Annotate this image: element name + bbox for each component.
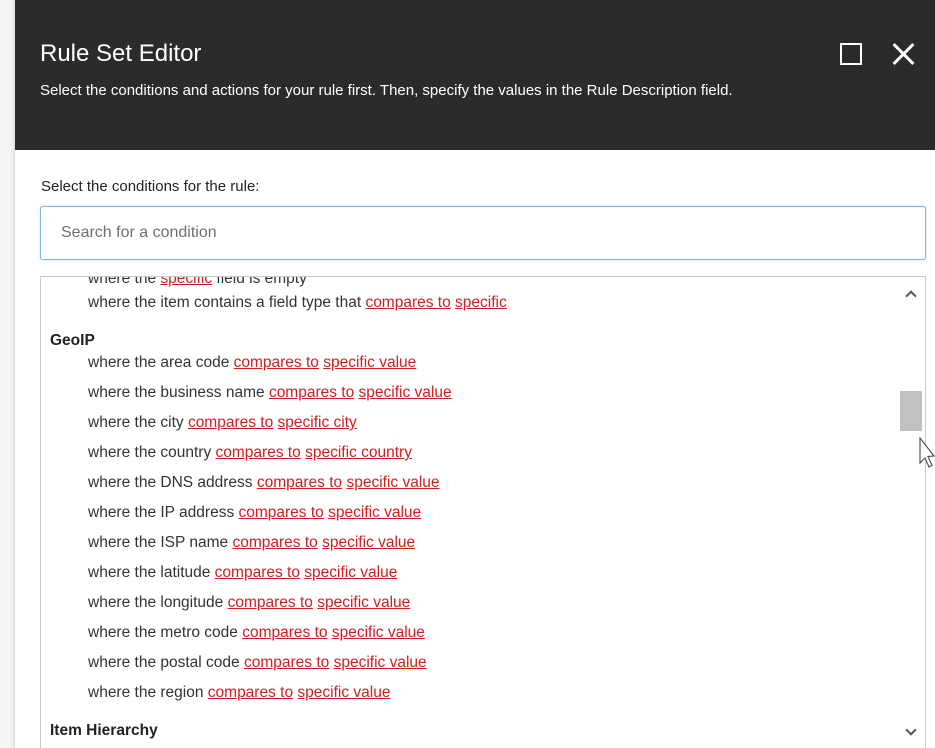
compares-to-link[interactable]: compares to [215, 564, 300, 581]
rule-set-editor-dialog: Rule Set Editor Select the conditions an… [15, 0, 935, 748]
specific-value-link[interactable]: specific value [346, 474, 439, 491]
category-item-hierarchy: Item Hierarchy [50, 722, 158, 739]
list-item: where the latitude compares to specific … [88, 563, 397, 583]
compares-to-link[interactable]: compares to [269, 384, 354, 401]
condition-search-input[interactable] [40, 206, 926, 260]
list-item-text: where the IP address [88, 504, 239, 521]
list-item-text: where the ISP name [88, 534, 233, 551]
compares-to-link[interactable]: compares to [208, 684, 293, 701]
specific-value-link[interactable]: specific value [304, 564, 397, 581]
specific-value-link[interactable]: specific value [328, 504, 421, 521]
conditions-label: Select the conditions for the rule: [41, 178, 260, 195]
specific-value-link[interactable]: specific value [332, 624, 425, 641]
mouse-cursor-icon [919, 437, 935, 468]
list-item: where the ISP name compares to specific … [88, 533, 415, 553]
dialog-title: Rule Set Editor [40, 40, 202, 67]
compares-to-link[interactable]: compares to [228, 594, 313, 611]
specific-value-link[interactable]: specific value [322, 534, 415, 551]
chevron-down-icon [905, 724, 917, 736]
list-item-text: where the postal code [88, 654, 244, 671]
list-item: where the item contains a field type tha… [88, 293, 507, 313]
list-item: where the area code compares to specific… [88, 353, 416, 373]
list-item-text: where the latitude [88, 564, 215, 581]
specific-value-link[interactable]: specific value [323, 354, 416, 371]
list-item: where the metro code compares to specifi… [88, 623, 425, 643]
list-item: where the postal code compares to specif… [88, 653, 427, 673]
specific-value-link[interactable]: specific value [317, 594, 410, 611]
category-geoip: GeoIP [50, 332, 95, 349]
conditions-list: where the specific field is empty where … [40, 276, 926, 748]
scroll-down-button[interactable] [897, 721, 925, 743]
list-item-text: where the [88, 277, 161, 287]
list-item: where the DNS address compares to specif… [88, 473, 440, 493]
maximize-button[interactable] [835, 38, 867, 70]
close-icon [891, 42, 915, 66]
compares-to-link[interactable]: compares to [365, 294, 450, 311]
specific-value-link[interactable]: specific value [359, 384, 452, 401]
close-button[interactable] [887, 38, 919, 70]
scrollbar-thumb[interactable] [900, 391, 922, 431]
conditions-list-viewport: where the specific field is empty where … [41, 277, 897, 748]
specific-value-link[interactable]: specific value [334, 654, 427, 671]
specific-value-link[interactable]: specific value [297, 684, 390, 701]
list-item: where the business name compares to spec… [88, 383, 452, 403]
compares-to-link[interactable]: compares to [216, 444, 301, 461]
list-item-text: where the area code [88, 354, 234, 371]
list-item-text: where the DNS address [88, 474, 257, 491]
compares-to-link[interactable]: compares to [244, 654, 329, 671]
compares-to-link[interactable]: compares to [234, 354, 319, 371]
list-item-text: where the metro code [88, 624, 243, 641]
compares-to-link[interactable]: compares to [242, 624, 327, 641]
list-item-text: where the longitude [88, 594, 228, 611]
compares-to-link[interactable]: compares to [232, 534, 317, 551]
compares-to-link[interactable]: compares to [188, 414, 273, 431]
dialog-subtitle: Select the conditions and actions for yo… [40, 82, 733, 99]
specific-value-link[interactable]: specific [455, 294, 507, 311]
list-item: where the longitude compares to specific… [88, 593, 410, 613]
compares-to-link[interactable]: compares to [257, 474, 342, 491]
backdrop-left [0, 0, 15, 748]
maximize-icon [840, 43, 862, 65]
list-item: where the IP address compares to specifi… [88, 503, 421, 523]
dialog-header: Rule Set Editor Select the conditions an… [15, 0, 935, 150]
chevron-up-icon [905, 290, 917, 302]
list-item-text: where the region [88, 684, 208, 701]
list-item-text: where the city [88, 414, 188, 431]
list-item: where the country compares to specific c… [88, 443, 412, 463]
list-item-text: where the item contains a field type tha… [88, 294, 366, 311]
specific-value-link[interactable]: specific city [278, 414, 357, 431]
list-item: where the specific field is empty [88, 277, 307, 289]
compares-to-link[interactable]: compares to [239, 504, 324, 521]
list-item: where the city compares to specific city [88, 413, 357, 433]
list-scrollbar[interactable] [897, 277, 925, 748]
list-item-text: where the country [88, 444, 216, 461]
list-item-text: where the business name [88, 384, 269, 401]
list-item: where the region compares to specific va… [88, 683, 390, 703]
specific-link[interactable]: specific [160, 277, 212, 287]
scroll-up-button[interactable] [897, 283, 925, 305]
list-item-text: field is empty [212, 277, 307, 287]
specific-value-link[interactable]: specific country [305, 444, 412, 461]
